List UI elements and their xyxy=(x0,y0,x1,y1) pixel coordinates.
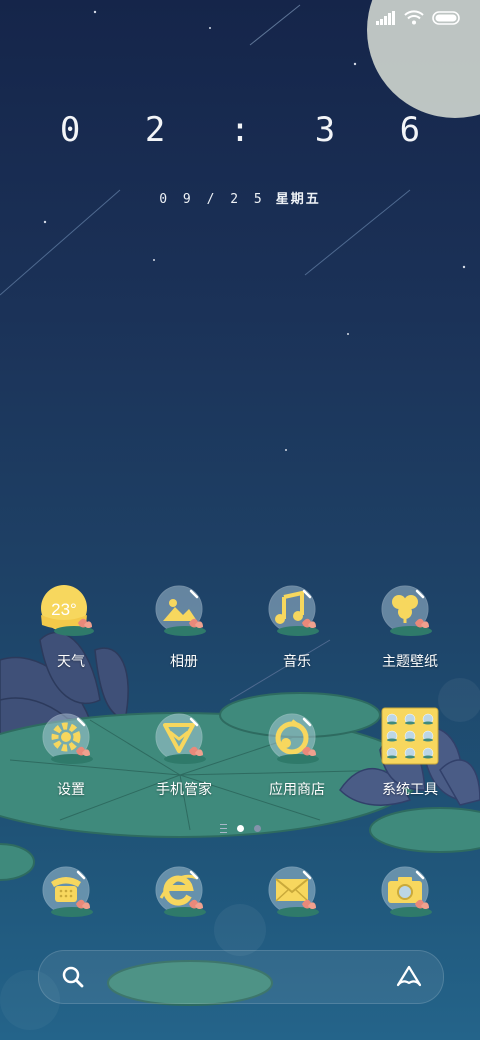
gallery-icon xyxy=(153,585,215,647)
app-label: 手机管家 xyxy=(156,782,212,798)
page-indicator[interactable] xyxy=(0,824,480,833)
weekday-text: 星期五 xyxy=(275,192,321,207)
app-themes[interactable]: 主题壁纸 xyxy=(355,585,465,671)
app-system-tools-folder[interactable]: 系统工具 xyxy=(355,707,465,799)
app-label: 应用商店 xyxy=(269,782,325,798)
app-label: 相册 xyxy=(170,654,198,670)
app-security[interactable]: 手机管家 xyxy=(129,713,239,799)
settings-icon xyxy=(40,713,102,775)
dock-messages[interactable] xyxy=(242,866,352,928)
phone-icon xyxy=(40,866,102,928)
lock-date: 0 9 / 2 5 星期五 xyxy=(0,188,480,207)
page-dot xyxy=(253,825,261,832)
battery-icon xyxy=(432,10,460,25)
app-label: 系统工具 xyxy=(382,782,438,798)
camera-icon xyxy=(379,866,441,928)
themes-icon xyxy=(379,585,441,647)
app-gallery[interactable]: 相册 xyxy=(129,585,239,671)
app-label: 设置 xyxy=(57,782,85,798)
search-bar[interactable] xyxy=(38,950,444,1004)
page-dot-active xyxy=(236,825,244,832)
system-tools-folder-icon xyxy=(381,707,439,765)
weather-temp: 23° xyxy=(51,600,77,619)
weather-icon: 23° xyxy=(40,585,102,647)
music-icon xyxy=(266,585,328,647)
app-store-icon xyxy=(266,713,328,775)
app-label: 天气 xyxy=(57,654,85,670)
app-label: 音乐 xyxy=(283,654,311,670)
search-icon[interactable] xyxy=(61,965,85,993)
dock-phone[interactable] xyxy=(16,866,126,928)
app-weather[interactable]: 23° 天气 xyxy=(16,585,126,671)
date-text: 0 9 / 2 5 xyxy=(159,192,266,207)
status-bar xyxy=(376,10,462,25)
dock-camera[interactable] xyxy=(355,866,465,928)
page-list-icon xyxy=(219,824,227,833)
security-icon xyxy=(153,713,215,775)
app-label: 主题壁纸 xyxy=(382,654,438,670)
assistant-icon[interactable] xyxy=(395,965,423,993)
signal-icon xyxy=(376,10,395,25)
lock-clock: 0 2 : 3 6 xyxy=(59,110,443,150)
app-music[interactable]: 音乐 xyxy=(242,585,352,671)
dock-browser[interactable] xyxy=(129,866,239,928)
browser-icon xyxy=(153,866,215,928)
app-store[interactable]: 应用商店 xyxy=(242,713,352,799)
messages-icon xyxy=(266,866,328,928)
app-settings[interactable]: 设置 xyxy=(16,713,126,799)
wifi-icon xyxy=(404,10,424,25)
